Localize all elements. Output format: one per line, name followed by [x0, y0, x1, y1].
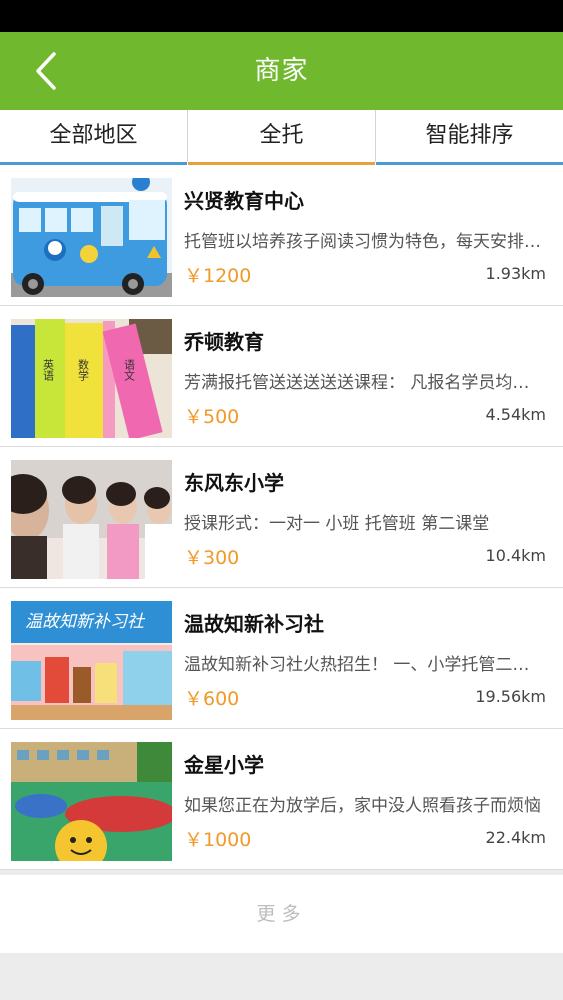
merchant-thumbnail: 英语 数学 语文 — [11, 319, 172, 438]
filter-tab-type-label: 全托 — [259, 123, 304, 148]
merchant-description: 温故知新补习社火热招生！ 一、小学托管二、初中辅导 — [184, 655, 544, 675]
status-bar — [0, 0, 563, 32]
merchant-thumbnail: 温故知新补习社 — [11, 601, 172, 720]
thumbnail-text: 语文 — [123, 359, 136, 381]
filter-tab-region-label: 全部地区 — [49, 123, 138, 148]
merchant-distance: 22.4km — [485, 828, 546, 847]
merchant-description: 如果您正在为放学后，家中没人照看孩子而烦恼 — [184, 796, 541, 816]
merchant-item[interactable]: 兴贤教育中心 托管班以培养孩子阅读习惯为特色，每天安排固定的阅读时间 ￥1200… — [0, 165, 563, 306]
merchant-item[interactable]: 东风东小学 授课形式：一对一 小班 托管班 第二课堂 ￥300 10.4km — [0, 447, 563, 588]
merchant-item[interactable]: 温故知新补习社 温故知新补习社 温故知新补习社火热招生！ 一、小学托管二、初中辅… — [0, 588, 563, 729]
merchant-name: 东风东小学 — [184, 471, 284, 495]
merchant-price: ￥1000 — [184, 829, 252, 851]
merchant-price: ￥300 — [184, 547, 240, 569]
merchant-item[interactable]: 英语 数学 语文 乔顿教育 芳满报托管送送送送送课程： 凡报名学员均享受接送服务… — [0, 306, 563, 447]
filter-tab-sort[interactable]: 智能排序 — [376, 110, 563, 165]
merchant-price: ￥600 — [184, 688, 240, 710]
merchant-name: 金星小学 — [184, 753, 264, 777]
merchant-price: ￥1200 — [184, 265, 252, 287]
merchant-list: 兴贤教育中心 托管班以培养孩子阅读习惯为特色，每天安排固定的阅读时间 ￥1200… — [0, 165, 563, 870]
filter-tab-type[interactable]: 全托 — [188, 110, 375, 165]
thumbnail-text: 数学 — [77, 359, 90, 381]
merchant-description: 托管班以培养孩子阅读习惯为特色，每天安排固定的阅读时间 — [184, 232, 544, 252]
filter-tab-sort-label: 智能排序 — [425, 123, 514, 148]
merchant-distance: 10.4km — [485, 546, 546, 565]
merchant-item[interactable]: 金星小学 如果您正在为放学后，家中没人照看孩子而烦恼 ￥1000 22.4km — [0, 729, 563, 870]
filter-bar: 全部地区 全托 智能排序 — [0, 110, 563, 165]
filter-tab-region[interactable]: 全部地区 — [0, 110, 187, 165]
load-more-button[interactable]: 更多 — [0, 875, 563, 953]
merchant-name: 兴贤教育中心 — [184, 189, 304, 213]
merchant-distance: 4.54km — [485, 405, 546, 424]
merchant-name: 温故知新补习社 — [184, 612, 324, 636]
merchant-price: ￥500 — [184, 406, 240, 428]
thumbnail-sign-text: 温故知新补习社 — [25, 612, 146, 632]
merchant-thumbnail — [11, 460, 172, 579]
merchant-distance: 19.56km — [475, 687, 546, 706]
merchant-thumbnail — [11, 742, 172, 861]
merchant-description: 芳满报托管送送送送送课程： 凡报名学员均享受接送服务 — [184, 373, 544, 393]
merchant-name: 乔顿教育 — [184, 330, 264, 354]
merchant-distance: 1.93km — [485, 264, 546, 283]
thumbnail-text: 英语 — [42, 358, 55, 382]
top-nav-bar: 商家 — [0, 32, 563, 110]
page-title: 商家 — [254, 56, 309, 86]
merchant-description: 授课形式：一对一 小班 托管班 第二课堂 — [184, 514, 490, 534]
merchant-thumbnail — [11, 178, 172, 297]
